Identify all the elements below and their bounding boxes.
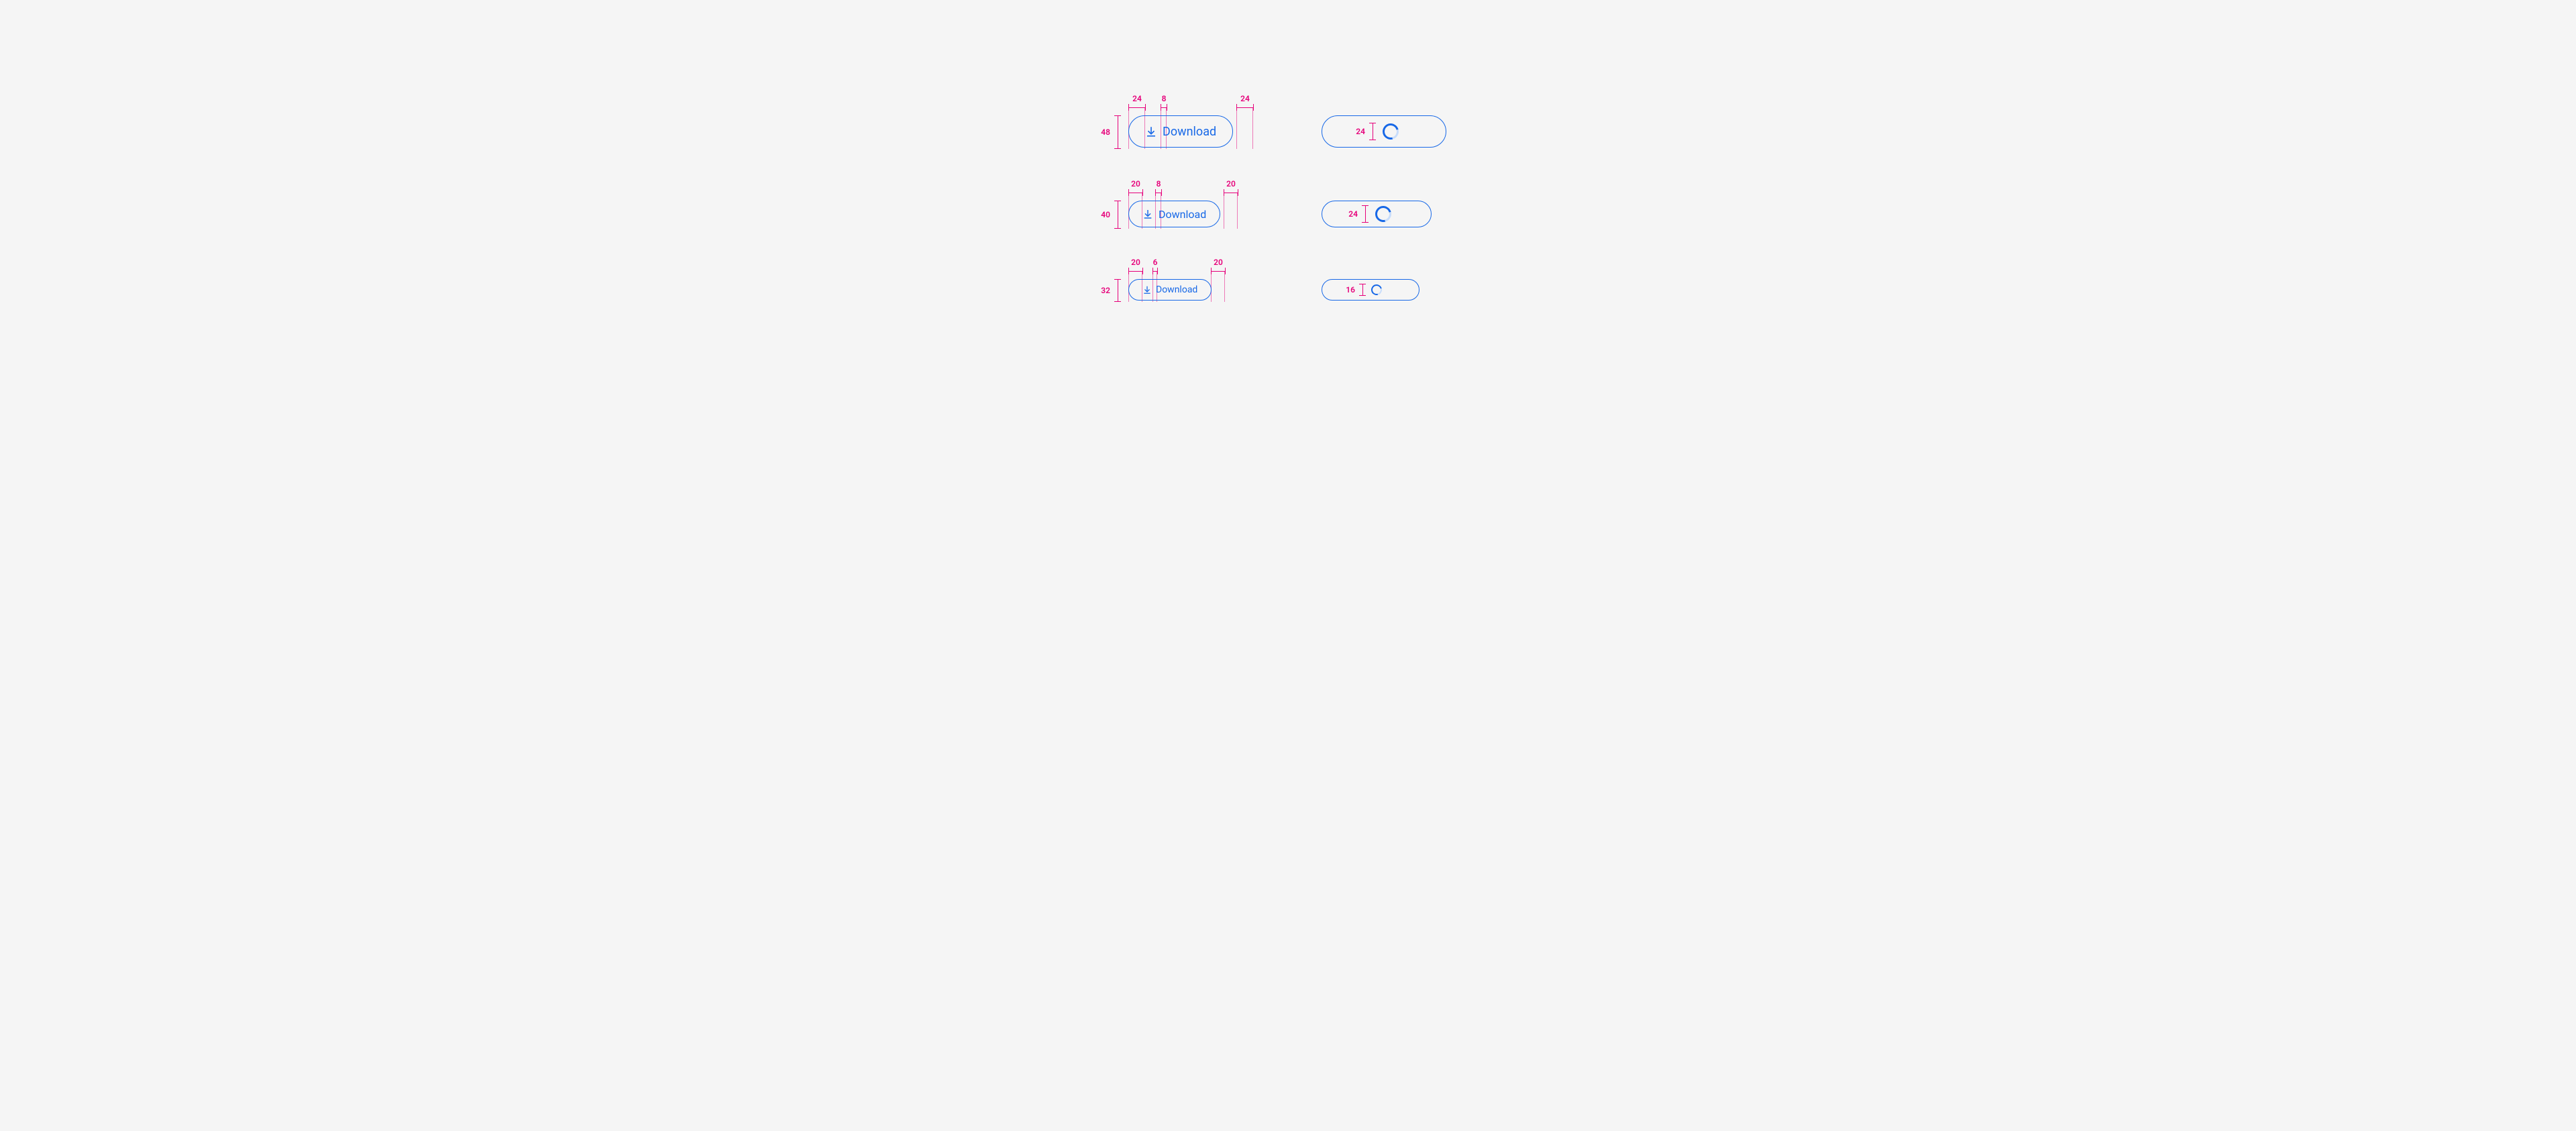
dim-spinner-48: 24	[1369, 123, 1376, 140]
dim-height-40-label: 40	[1101, 210, 1110, 219]
loading-button-md[interactable]: 24	[1322, 201, 1432, 227]
dim-spinner-32: 16	[1359, 284, 1366, 296]
download-button-sm-label: Download	[1156, 284, 1197, 295]
dim-padright-48: 24	[1236, 104, 1254, 111]
dim-height-32: 32	[1114, 279, 1121, 302]
guide	[1252, 107, 1253, 149]
dim-padright-40: 20	[1224, 189, 1238, 196]
loading-button-lg[interactable]: 24	[1322, 115, 1446, 148]
spinner-icon	[1369, 282, 1384, 297]
dim-spinner-40: 24	[1362, 205, 1368, 223]
guide	[1224, 271, 1225, 302]
dim-padleft-40: 20	[1128, 189, 1143, 196]
dim-spinner-48-label: 24	[1356, 127, 1365, 136]
dim-height-32-label: 32	[1101, 286, 1110, 295]
dim-padleft-32: 20	[1128, 268, 1143, 274]
download-button-lg[interactable]: Download	[1128, 115, 1233, 148]
download-button-lg-label: Download	[1163, 125, 1216, 139]
dim-gap-48-label: 8	[1162, 94, 1167, 103]
download-icon	[1142, 209, 1153, 219]
spinner-icon	[1373, 203, 1395, 225]
dim-gap-32-label: 6	[1153, 258, 1158, 267]
download-icon	[1142, 285, 1152, 294]
dim-spinner-40-label: 24	[1348, 209, 1358, 219]
download-button-md-label: Download	[1159, 208, 1206, 221]
dim-height-48-label: 48	[1101, 127, 1110, 137]
dim-padright-48-label: 24	[1240, 94, 1250, 103]
spinner-icon	[1380, 121, 1402, 143]
download-icon	[1145, 125, 1157, 138]
dim-height-48: 48	[1114, 115, 1121, 149]
download-button-md[interactable]: Download	[1128, 201, 1220, 227]
dim-padleft-40-label: 20	[1131, 179, 1140, 188]
dim-padright-40-label: 20	[1226, 179, 1236, 188]
dim-spinner-32-label: 16	[1346, 285, 1355, 294]
dim-height-40: 40	[1114, 201, 1121, 229]
dim-padleft-48: 24	[1128, 104, 1146, 111]
spec-canvas: 48 24 8 24 Download 24 40 20	[778, 0, 1798, 447]
dim-padright-32-label: 20	[1214, 258, 1223, 267]
guide	[1237, 193, 1238, 229]
loading-button-sm[interactable]: 16	[1322, 279, 1419, 301]
dim-padright-32: 20	[1211, 268, 1226, 274]
guide	[1236, 107, 1237, 149]
dim-gap-40-label: 8	[1157, 179, 1161, 188]
dim-padleft-48-label: 24	[1132, 94, 1142, 103]
download-button-sm[interactable]: Download	[1128, 279, 1212, 301]
dim-padleft-32-label: 20	[1131, 258, 1140, 267]
